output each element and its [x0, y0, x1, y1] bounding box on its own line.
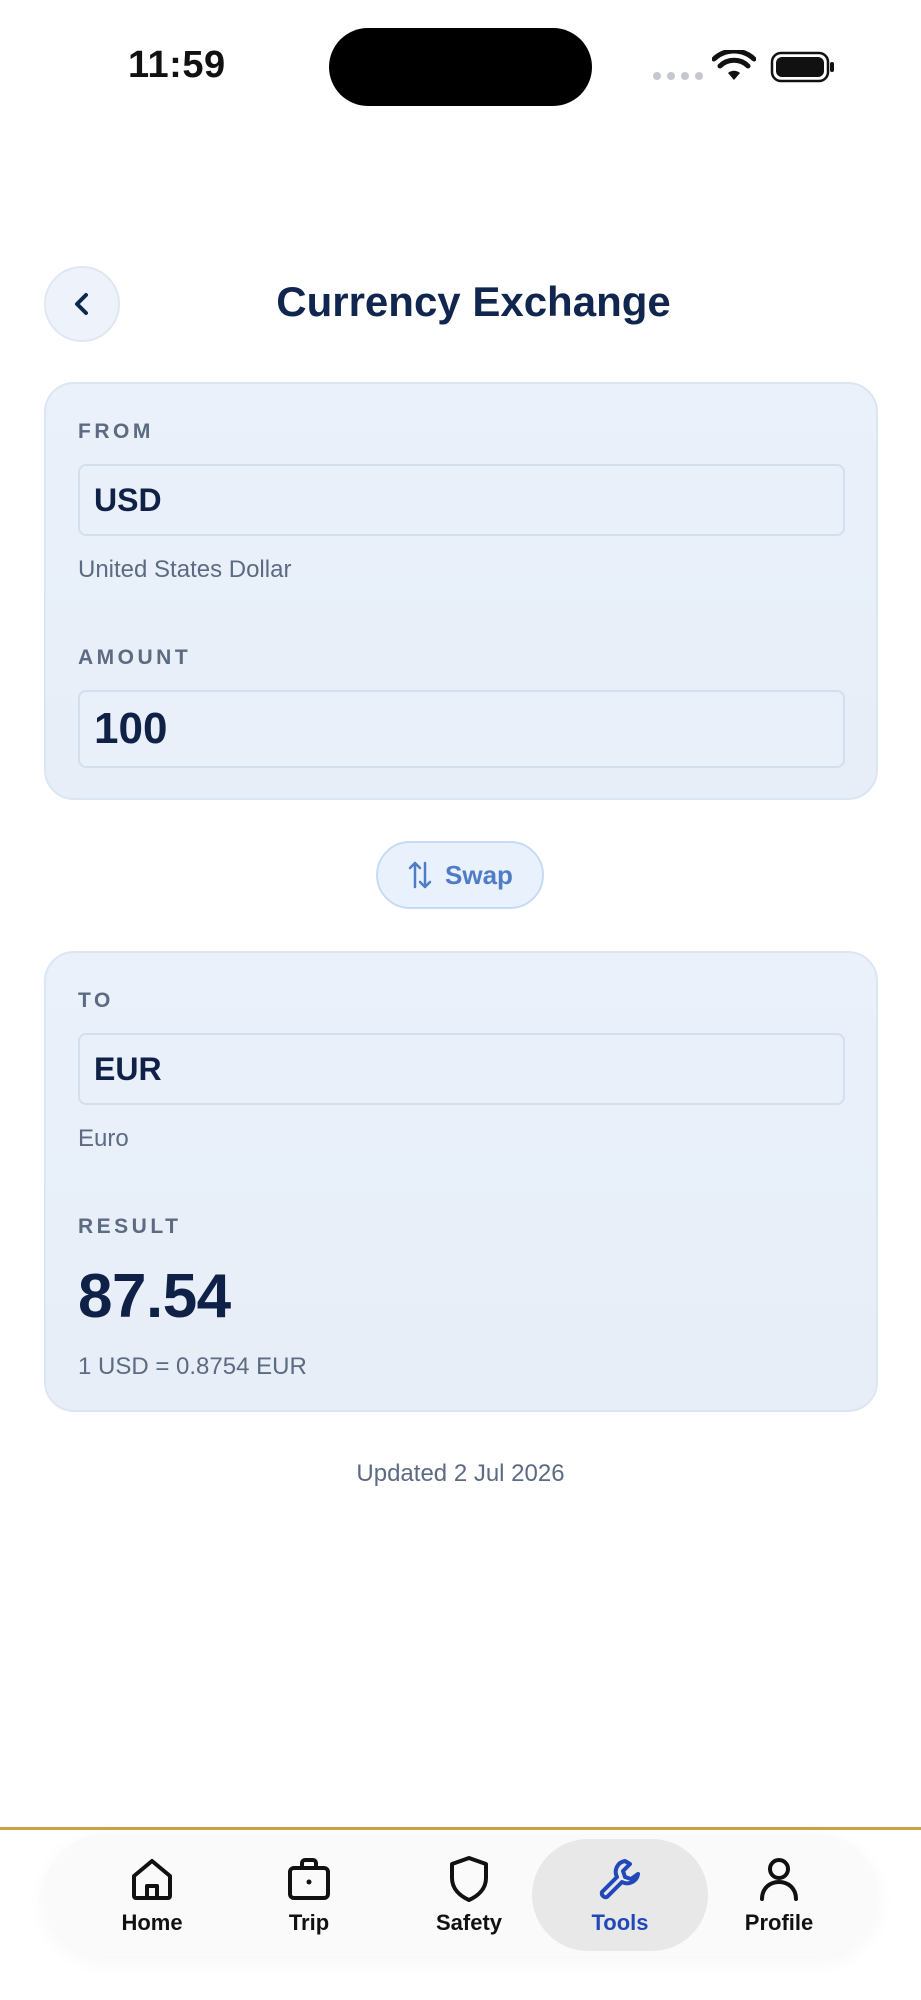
dynamic-island: [329, 28, 592, 106]
exchange-rate-text: 1 USD = 0.8754 EUR: [78, 1353, 307, 1380]
nav-item-tools[interactable]: Tools: [532, 1839, 708, 1951]
nav-label-profile: Profile: [744, 1910, 814, 1935]
to-label: TO: [78, 989, 114, 1012]
shield-icon: [450, 1856, 488, 1902]
swap-label: Swap: [445, 859, 513, 890]
home-icon: [132, 1859, 172, 1900]
nav-label-home: Home: [121, 1910, 183, 1935]
nav-item-trip[interactable]: Trip: [221, 1834, 397, 1956]
to-currency-select[interactable]: EUR: [78, 1033, 845, 1105]
result-label: RESULT: [78, 1215, 182, 1238]
to-card: TO EUR Euro RESULT 87.54 1 USD = 0.8754 …: [44, 951, 878, 1412]
from-card: FROM USD United States Dollar AMOUNT 100: [44, 382, 878, 800]
updated-timestamp: Updated 2 Jul 2026: [356, 1460, 565, 1487]
bottom-nav: Home Trip Safety Tools Profile: [44, 1834, 878, 1956]
nav-item-safety[interactable]: Safety: [381, 1834, 557, 1956]
from-label: FROM: [78, 420, 154, 443]
to-currency-name: Euro: [78, 1125, 129, 1152]
swap-button[interactable]: Swap: [376, 841, 544, 909]
page-title: Currency Exchange: [276, 278, 671, 325]
wrench-icon: [599, 1859, 640, 1900]
nav-label-tools: Tools: [591, 1910, 649, 1935]
nav-item-home[interactable]: Home: [64, 1834, 240, 1956]
from-currency-select[interactable]: USD: [78, 464, 845, 536]
status-time: 11:59: [128, 44, 226, 86]
swap-arrows-icon: [408, 861, 432, 889]
amount-label: AMOUNT: [78, 646, 192, 669]
cellular-signal-icon: [653, 72, 703, 80]
nav-label-trip: Trip: [288, 1910, 330, 1935]
currency-exchange-screen: 11:59 Currency Exchange FROM USD United …: [0, 0, 921, 2000]
battery-icon: [770, 51, 834, 83]
nav-item-profile[interactable]: Profile: [691, 1834, 867, 1956]
briefcase-icon: [288, 1858, 330, 1900]
nav-label-safety: Safety: [435, 1910, 503, 1935]
nav-divider: [0, 1827, 921, 1830]
person-icon: [760, 1858, 798, 1901]
from-currency-name: United States Dollar: [78, 556, 292, 583]
amount-input[interactable]: 100: [78, 690, 845, 768]
wifi-icon: [712, 50, 756, 80]
result-value: 87.54: [78, 1262, 231, 1331]
